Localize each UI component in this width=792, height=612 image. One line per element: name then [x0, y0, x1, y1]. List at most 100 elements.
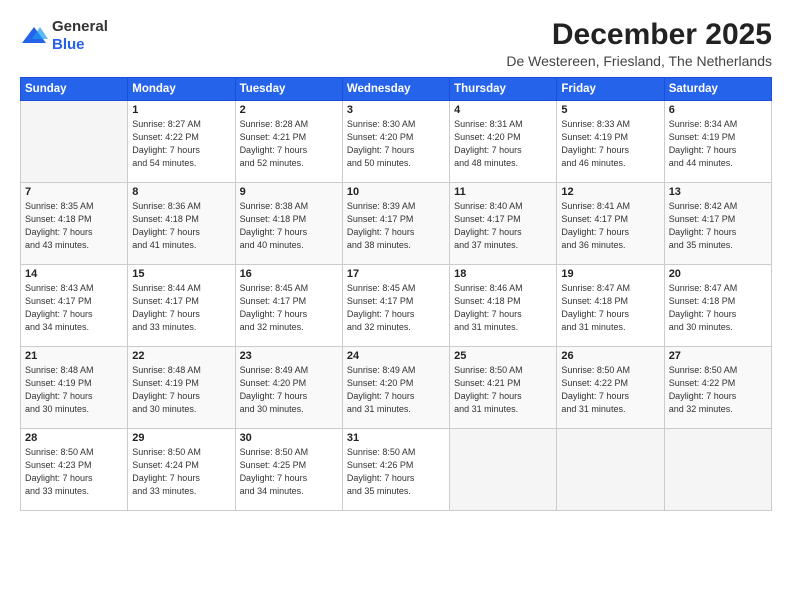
- day-info: Sunrise: 8:45 AM Sunset: 4:17 PM Dayligh…: [240, 282, 338, 334]
- day-number: 19: [561, 268, 659, 280]
- header-cell-tuesday: Tuesday: [235, 78, 342, 101]
- header-cell-saturday: Saturday: [664, 78, 771, 101]
- day-number: 31: [347, 432, 445, 444]
- header-cell-wednesday: Wednesday: [342, 78, 449, 101]
- day-number: 25: [454, 350, 552, 362]
- day-info: Sunrise: 8:38 AM Sunset: 4:18 PM Dayligh…: [240, 200, 338, 252]
- day-info: Sunrise: 8:31 AM Sunset: 4:20 PM Dayligh…: [454, 118, 552, 170]
- day-info: Sunrise: 8:48 AM Sunset: 4:19 PM Dayligh…: [132, 364, 230, 416]
- day-info: Sunrise: 8:44 AM Sunset: 4:17 PM Dayligh…: [132, 282, 230, 334]
- day-number: 3: [347, 104, 445, 116]
- day-info: Sunrise: 8:49 AM Sunset: 4:20 PM Dayligh…: [240, 364, 338, 416]
- day-info: Sunrise: 8:47 AM Sunset: 4:18 PM Dayligh…: [669, 282, 767, 334]
- day-number: 14: [25, 268, 123, 280]
- day-info: Sunrise: 8:50 AM Sunset: 4:21 PM Dayligh…: [454, 364, 552, 416]
- day-number: 1: [132, 104, 230, 116]
- day-number: 20: [669, 268, 767, 280]
- day-cell: 16 Sunrise: 8:45 AM Sunset: 4:17 PM Dayli…: [235, 265, 342, 347]
- day-info: Sunrise: 8:42 AM Sunset: 4:17 PM Dayligh…: [669, 200, 767, 252]
- day-number: 18: [454, 268, 552, 280]
- day-info: Sunrise: 8:50 AM Sunset: 4:25 PM Dayligh…: [240, 446, 338, 498]
- day-info: Sunrise: 8:40 AM Sunset: 4:17 PM Dayligh…: [454, 200, 552, 252]
- week-row-4: 21 Sunrise: 8:48 AM Sunset: 4:19 PM Dayli…: [21, 347, 772, 429]
- day-info: Sunrise: 8:50 AM Sunset: 4:22 PM Dayligh…: [561, 364, 659, 416]
- day-number: 4: [454, 104, 552, 116]
- day-cell: 19 Sunrise: 8:47 AM Sunset: 4:18 PM Dayli…: [557, 265, 664, 347]
- logo-blue: Blue: [52, 36, 85, 53]
- logo-general: General: [52, 18, 108, 35]
- day-cell: 18 Sunrise: 8:46 AM Sunset: 4:18 PM Dayli…: [450, 265, 557, 347]
- day-cell: [21, 101, 128, 183]
- day-info: Sunrise: 8:35 AM Sunset: 4:18 PM Dayligh…: [25, 200, 123, 252]
- day-info: Sunrise: 8:33 AM Sunset: 4:19 PM Dayligh…: [561, 118, 659, 170]
- day-cell: 10 Sunrise: 8:39 AM Sunset: 4:17 PM Dayli…: [342, 183, 449, 265]
- day-info: Sunrise: 8:45 AM Sunset: 4:17 PM Dayligh…: [347, 282, 445, 334]
- logo-text: General Blue: [52, 18, 108, 53]
- day-cell: 4 Sunrise: 8:31 AM Sunset: 4:20 PM Daylig…: [450, 101, 557, 183]
- day-cell: [557, 429, 664, 511]
- day-number: 15: [132, 268, 230, 280]
- day-number: 22: [132, 350, 230, 362]
- logo-icon: [20, 25, 48, 47]
- day-cell: [450, 429, 557, 511]
- day-number: 8: [132, 186, 230, 198]
- header-row: SundayMondayTuesdayWednesdayThursdayFrid…: [21, 78, 772, 101]
- day-info: Sunrise: 8:34 AM Sunset: 4:19 PM Dayligh…: [669, 118, 767, 170]
- day-cell: [664, 429, 771, 511]
- day-cell: 28 Sunrise: 8:50 AM Sunset: 4:23 PM Dayli…: [21, 429, 128, 511]
- day-cell: 14 Sunrise: 8:43 AM Sunset: 4:17 PM Dayli…: [21, 265, 128, 347]
- day-info: Sunrise: 8:27 AM Sunset: 4:22 PM Dayligh…: [132, 118, 230, 170]
- day-cell: 2 Sunrise: 8:28 AM Sunset: 4:21 PM Daylig…: [235, 101, 342, 183]
- week-row-2: 7 Sunrise: 8:35 AM Sunset: 4:18 PM Daylig…: [21, 183, 772, 265]
- day-number: 26: [561, 350, 659, 362]
- day-number: 13: [669, 186, 767, 198]
- day-number: 5: [561, 104, 659, 116]
- day-cell: 6Sunrise: 8:34 AM Sunset: 4:19 PM Daylig…: [664, 101, 771, 183]
- header-cell-sunday: Sunday: [21, 78, 128, 101]
- day-cell: 21Sunrise: 8:48 AM Sunset: 4:19 PM Dayli…: [21, 347, 128, 429]
- day-info: Sunrise: 8:50 AM Sunset: 4:23 PM Dayligh…: [25, 446, 123, 498]
- day-info: Sunrise: 8:28 AM Sunset: 4:21 PM Dayligh…: [240, 118, 338, 170]
- day-number: 9: [240, 186, 338, 198]
- day-info: Sunrise: 8:47 AM Sunset: 4:18 PM Dayligh…: [561, 282, 659, 334]
- day-info: Sunrise: 8:30 AM Sunset: 4:20 PM Dayligh…: [347, 118, 445, 170]
- day-number: 21: [25, 350, 123, 362]
- day-cell: 26 Sunrise: 8:50 AM Sunset: 4:22 PM Dayli…: [557, 347, 664, 429]
- day-cell: 27Sunrise: 8:50 AM Sunset: 4:22 PM Dayli…: [664, 347, 771, 429]
- day-info: Sunrise: 8:43 AM Sunset: 4:17 PM Dayligh…: [25, 282, 123, 334]
- day-cell: 12Sunrise: 8:41 AM Sunset: 4:17 PM Dayli…: [557, 183, 664, 265]
- day-info: Sunrise: 8:39 AM Sunset: 4:17 PM Dayligh…: [347, 200, 445, 252]
- day-number: 11: [454, 186, 552, 198]
- day-cell: 13 Sunrise: 8:42 AM Sunset: 4:17 PM Dayli…: [664, 183, 771, 265]
- day-info: Sunrise: 8:50 AM Sunset: 4:26 PM Dayligh…: [347, 446, 445, 498]
- day-cell: 20 Sunrise: 8:47 AM Sunset: 4:18 PM Dayli…: [664, 265, 771, 347]
- day-info: Sunrise: 8:36 AM Sunset: 4:18 PM Dayligh…: [132, 200, 230, 252]
- day-info: Sunrise: 8:46 AM Sunset: 4:18 PM Dayligh…: [454, 282, 552, 334]
- day-number: 24: [347, 350, 445, 362]
- day-cell: 22 Sunrise: 8:48 AM Sunset: 4:19 PM Dayli…: [128, 347, 235, 429]
- header-cell-friday: Friday: [557, 78, 664, 101]
- title-block: December 2025 De Westereen, Friesland, T…: [506, 18, 772, 69]
- day-number: 28: [25, 432, 123, 444]
- day-cell: 3 Sunrise: 8:30 AM Sunset: 4:20 PM Daylig…: [342, 101, 449, 183]
- day-number: 23: [240, 350, 338, 362]
- day-info: Sunrise: 8:49 AM Sunset: 4:20 PM Dayligh…: [347, 364, 445, 416]
- day-cell: 30Sunrise: 8:50 AM Sunset: 4:25 PM Dayli…: [235, 429, 342, 511]
- week-row-1: 1 Sunrise: 8:27 AM Sunset: 4:22 PM Daylig…: [21, 101, 772, 183]
- day-cell: 17Sunrise: 8:45 AM Sunset: 4:17 PM Dayli…: [342, 265, 449, 347]
- day-number: 16: [240, 268, 338, 280]
- day-cell: 25 Sunrise: 8:50 AM Sunset: 4:21 PM Dayli…: [450, 347, 557, 429]
- header-cell-thursday: Thursday: [450, 78, 557, 101]
- week-row-5: 28 Sunrise: 8:50 AM Sunset: 4:23 PM Dayli…: [21, 429, 772, 511]
- day-number: 12: [561, 186, 659, 198]
- day-cell: 24 Sunrise: 8:49 AM Sunset: 4:20 PM Dayli…: [342, 347, 449, 429]
- day-number: 2: [240, 104, 338, 116]
- day-cell: 11 Sunrise: 8:40 AM Sunset: 4:17 PM Dayli…: [450, 183, 557, 265]
- calendar-table: SundayMondayTuesdayWednesdayThursdayFrid…: [20, 77, 772, 511]
- day-cell: 15 Sunrise: 8:44 AM Sunset: 4:17 PM Dayli…: [128, 265, 235, 347]
- location: De Westereen, Friesland, The Netherlands: [506, 53, 772, 69]
- day-cell: 8 Sunrise: 8:36 AM Sunset: 4:18 PM Daylig…: [128, 183, 235, 265]
- day-number: 10: [347, 186, 445, 198]
- day-number: 27: [669, 350, 767, 362]
- day-number: 7: [25, 186, 123, 198]
